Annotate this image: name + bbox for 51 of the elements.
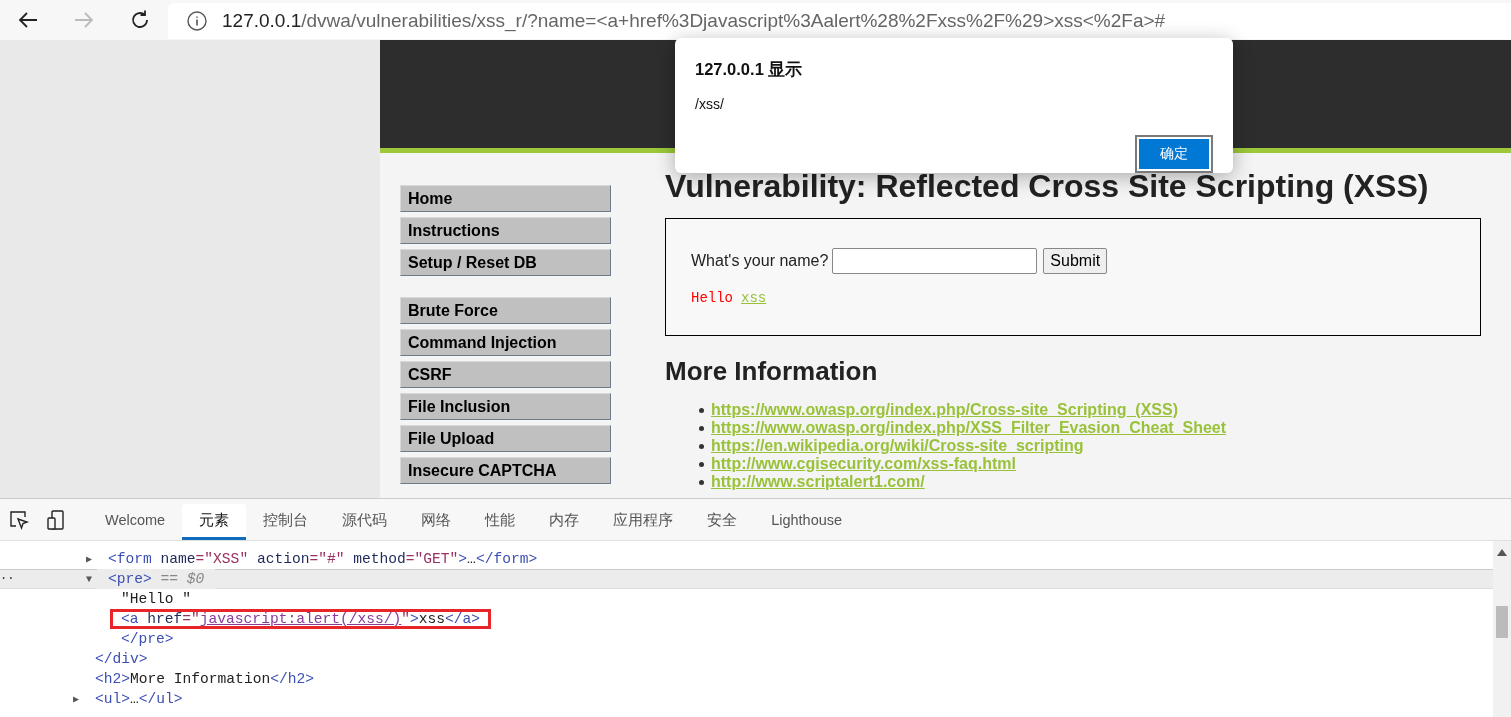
cursor-icon bbox=[8, 508, 30, 531]
menu-item[interactable]: Setup / Reset DB bbox=[400, 249, 611, 276]
device-icon bbox=[45, 508, 67, 531]
menu-item[interactable]: Instructions bbox=[400, 217, 611, 244]
menu-item[interactable]: File Inclusion bbox=[400, 393, 611, 420]
menu-item[interactable]: CSRF bbox=[400, 361, 611, 388]
devtools-tab[interactable]: Welcome bbox=[88, 503, 183, 540]
menu-item[interactable]: Command Injection bbox=[400, 329, 611, 356]
dialog-message: /xss/ bbox=[695, 96, 725, 112]
reload-icon bbox=[129, 9, 151, 31]
code-line[interactable]: <h2>More Information</h2> bbox=[84, 669, 325, 689]
dialog-title: 127.0.0.1 显示 bbox=[695, 59, 804, 80]
devtools-tab[interactable]: Lighthouse bbox=[754, 503, 860, 540]
scroll-thumb[interactable] bbox=[1496, 606, 1508, 638]
name-label: What's your name? bbox=[691, 252, 829, 270]
hello-text: Hello bbox=[691, 290, 733, 306]
devtools-tab[interactable]: 网络 bbox=[404, 503, 469, 540]
row-marker: ·· bbox=[0, 572, 15, 586]
devtools-tab[interactable]: 控制台 bbox=[246, 503, 326, 540]
menu-item[interactable]: Brute Force bbox=[400, 297, 611, 324]
devtools-tab[interactable]: 源代码 bbox=[325, 503, 405, 540]
name-input[interactable] bbox=[832, 248, 1038, 274]
code-line[interactable]: <form name="XSS" action="#" method="GET">…</form> bbox=[97, 549, 549, 569]
devtools-tab[interactable]: 应用程序 bbox=[596, 503, 691, 540]
menu-item[interactable]: Home bbox=[400, 185, 611, 212]
expand-toggle[interactable]: ▶ bbox=[73, 693, 83, 705]
code-line[interactable]: </pre> bbox=[110, 629, 185, 649]
url-text: 127.0.0.1/dvwa/vulnerabilities/xss_r/?name=<a+href%3Djavascript%3Aalert%28%2Fxss%2F%29>xss<%2Fa># bbox=[222, 10, 1166, 32]
bullet-icon bbox=[699, 407, 704, 413]
code-line[interactable]: <ul>…</ul> bbox=[84, 689, 194, 709]
devtools-tab[interactable]: 性能 bbox=[468, 503, 533, 540]
devtools-tab[interactable]: 内存 bbox=[532, 503, 597, 540]
address-bar[interactable]: 127.0.0.1/dvwa/vulnerabilities/xss_r/?name=<a+href%3Djavascript%3Aalert%28%2Fxss%2F%29>xss<%2Fa># bbox=[168, 3, 1511, 39]
bullet-icon bbox=[699, 479, 704, 485]
bullet-icon bbox=[699, 443, 704, 449]
expand-toggle[interactable]: ▶ bbox=[86, 553, 96, 565]
scroll-up-icon bbox=[1497, 548, 1507, 556]
devtools-tab[interactable]: 安全 bbox=[690, 503, 755, 540]
ok-button[interactable]: 确定 bbox=[1135, 135, 1213, 173]
scrollbar[interactable] bbox=[1493, 541, 1511, 717]
menu-item[interactable]: Insecure CAPTCHA bbox=[400, 457, 611, 484]
code-line[interactable]: "Hello " bbox=[110, 589, 203, 609]
submit-button[interactable]: Submit bbox=[1043, 248, 1108, 274]
bullet-icon bbox=[699, 425, 704, 431]
info-icon bbox=[186, 10, 208, 32]
bullet-icon bbox=[699, 461, 704, 467]
expand-toggle[interactable]: ▼ bbox=[86, 573, 96, 585]
devtools-tab[interactable]: 元素 bbox=[182, 503, 247, 540]
code-line[interactable]: </div> bbox=[84, 649, 159, 669]
section-heading: More Information bbox=[665, 356, 879, 387]
menu-item[interactable]: File Upload bbox=[400, 425, 611, 452]
